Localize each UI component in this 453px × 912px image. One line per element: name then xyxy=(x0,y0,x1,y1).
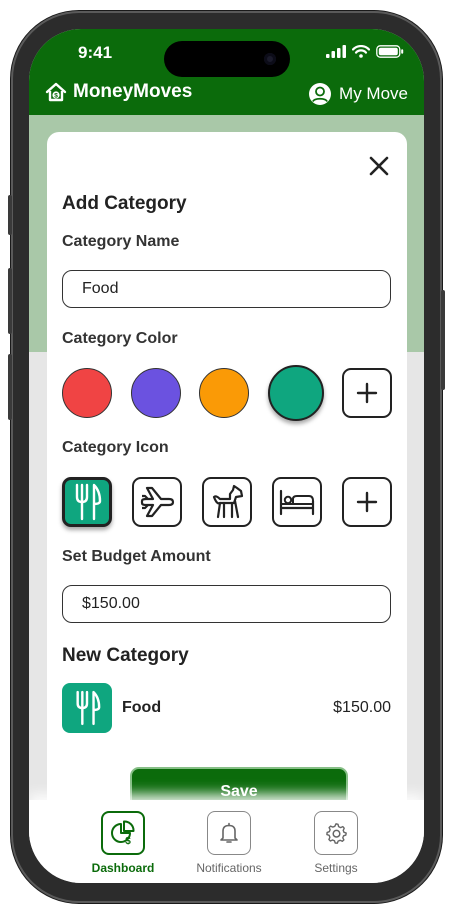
bell-icon xyxy=(220,822,238,843)
user-avatar-icon xyxy=(309,83,332,105)
category-icon-label: Category Icon xyxy=(62,439,169,456)
fork-knife-icon xyxy=(76,690,101,726)
app-title: MoneyMoves xyxy=(73,81,193,102)
icon-option-travel[interactable] xyxy=(132,477,182,527)
nav-settings[interactable]: Settings xyxy=(281,811,391,875)
app-header: 9:41 $ MoneyMoves My Move xyxy=(29,29,424,115)
color-swatch-orange[interactable] xyxy=(199,368,249,418)
bottom-nav: $ Dashboard Notifications Settings xyxy=(29,800,424,883)
color-swatch-teal[interactable] xyxy=(267,365,324,421)
wifi-icon xyxy=(352,45,370,58)
dog-icon xyxy=(212,484,244,519)
budget-amount-input[interactable] xyxy=(62,585,391,623)
budget-label: Set Budget Amount xyxy=(62,548,211,565)
status-time: 9:41 xyxy=(78,43,113,62)
icon-options xyxy=(62,474,392,530)
volume-down-button xyxy=(8,354,12,420)
pie-dollar-icon: $ xyxy=(111,820,135,846)
gear-icon xyxy=(326,823,347,844)
new-category-title: New Category xyxy=(62,645,189,666)
home-dollar-icon: $ xyxy=(45,82,67,102)
modal-title: Add Category xyxy=(62,193,187,214)
battery-icon xyxy=(376,45,404,58)
camera-icon xyxy=(264,53,276,65)
preview-icon-tile xyxy=(62,683,112,733)
nav-dashboard-label: Dashboard xyxy=(91,861,155,875)
fork-knife-icon xyxy=(75,483,102,521)
svg-text:$: $ xyxy=(125,836,131,846)
brand[interactable]: $ MoneyMoves xyxy=(45,81,192,103)
category-preview: Food $150.00 xyxy=(62,683,391,733)
preview-name: Food xyxy=(122,699,162,716)
icon-option-food[interactable] xyxy=(62,477,112,527)
icon-option-pets[interactable] xyxy=(202,477,252,527)
plus-icon xyxy=(356,491,378,513)
nav-settings-label: Settings xyxy=(314,861,358,875)
add-color-button[interactable] xyxy=(342,368,392,418)
nav-notifications[interactable]: Notifications xyxy=(174,811,284,875)
status-icons xyxy=(326,45,404,58)
screen: 9:41 $ MoneyMoves My Move Add Category C… xyxy=(29,29,424,883)
preview-amount: $150.00 xyxy=(333,699,391,716)
color-swatch-red[interactable] xyxy=(62,368,112,418)
profile-button[interactable]: My Move xyxy=(308,82,408,106)
dynamic-island xyxy=(164,41,290,77)
icon-option-home[interactable] xyxy=(272,477,322,527)
nav-dashboard[interactable]: $ Dashboard xyxy=(68,811,178,875)
power-button xyxy=(441,290,445,390)
profile-label: My Move xyxy=(339,84,408,103)
plus-icon xyxy=(356,382,378,404)
nav-notifications-box xyxy=(207,811,251,855)
nav-dashboard-box: $ xyxy=(101,811,145,855)
close-icon[interactable] xyxy=(367,154,391,178)
airplane-icon xyxy=(140,486,175,518)
category-name-label: Category Name xyxy=(62,233,180,250)
add-icon-button[interactable] xyxy=(342,477,392,527)
nav-settings-box xyxy=(314,811,358,855)
category-color-label: Category Color xyxy=(62,330,178,347)
nav-notifications-label: Notifications xyxy=(196,861,262,875)
signal-icon xyxy=(326,45,346,58)
add-category-modal: Add Category Category Name Category Colo… xyxy=(47,132,407,822)
svg-text:$: $ xyxy=(54,92,58,99)
bed-icon xyxy=(279,489,315,516)
category-name-input[interactable] xyxy=(62,270,391,308)
volume-up-button xyxy=(8,268,12,334)
color-swatch-purple[interactable] xyxy=(130,368,181,418)
silent-switch xyxy=(8,195,12,235)
color-options xyxy=(62,365,392,421)
